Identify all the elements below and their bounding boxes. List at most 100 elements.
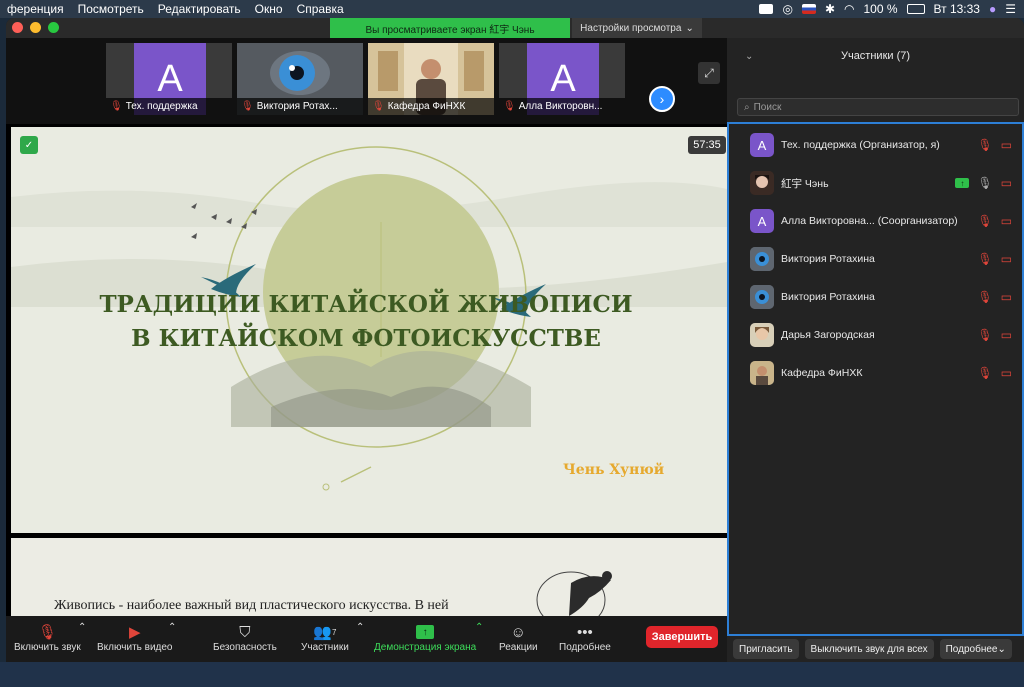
video-off-icon[interactable]: ▭ (1001, 176, 1012, 190)
smiley-icon: ☺ (510, 623, 526, 641)
menu-view[interactable]: Посмотреть (71, 2, 151, 16)
maximize-window-button[interactable] (48, 22, 59, 33)
encryption-shield-icon[interactable]: ✓ (20, 136, 38, 154)
participant-row[interactable]: Дарья Загородская 🎙 ▭ (729, 316, 1022, 354)
participants-label: Участники (301, 642, 349, 653)
window-titlebar: Вы просматриваете экран 紅宇 Чэнь Настройк… (6, 18, 1024, 38)
battery-icon[interactable] (906, 4, 925, 14)
macos-menubar: ференция Посмотреть Редактировать Окно С… (0, 0, 1024, 18)
bluetooth-icon[interactable]: ✱ (825, 2, 835, 16)
participant-row[interactable]: Виктория Ротахина 🎙 ▭ (729, 278, 1022, 316)
participants-button[interactable]: 👥 7 Участники (301, 622, 349, 653)
share-screen-button[interactable]: ↑ Демонстрация экрана (374, 622, 476, 653)
video-off-icon[interactable]: ▭ (1001, 252, 1012, 266)
participant-row[interactable]: A Тех. поддержка (Организатор, я) 🎙 ▭ (729, 126, 1022, 164)
slide-title-line2: В КИТАЙСКОМ ФОТОИСКУССТВЕ (131, 325, 601, 352)
video-off-icon[interactable]: ▭ (1001, 214, 1012, 228)
mic-icon[interactable]: 🎙 (977, 176, 992, 190)
muted-mic-icon: 🎙 (110, 101, 123, 112)
participant-name: Алла Викторовн... (518, 101, 603, 112)
participants-icon: 👥 7 (313, 624, 337, 641)
participant-row[interactable]: 紅宇 Чэнь ↑ 🎙 ▭ (729, 164, 1022, 202)
video-thumbnail[interactable]: A 🎙 Алла Викторовн... (499, 43, 625, 115)
video-thumbnail[interactable]: A 🎙 Тех. поддержка (106, 43, 232, 115)
video-thumbnail[interactable]: 🎙 Виктория Ротах... (237, 43, 363, 115)
participant-status-icons: 🎙 ▭ (977, 366, 1012, 380)
menu-help[interactable]: Справка (290, 2, 351, 16)
participants-panel-title: Участники (7) (840, 50, 911, 62)
muted-mic-icon[interactable]: 🎙 (977, 366, 992, 380)
menu-window[interactable]: Окно (248, 2, 290, 16)
participant-name: Виктория Ротахина (781, 291, 875, 303)
close-window-button[interactable] (12, 22, 23, 33)
minimize-window-button[interactable] (30, 22, 41, 33)
end-meeting-button[interactable]: Завершить (646, 626, 718, 648)
expand-icon[interactable]: ⤢ (698, 62, 720, 84)
chevron-down-icon: ⌄ (685, 22, 694, 34)
muted-mic-icon[interactable]: 🎙 (977, 138, 992, 152)
avatar (750, 361, 774, 385)
avatar-photo (750, 171, 774, 195)
view-options-label: Настройки просмотра (580, 22, 682, 34)
collapse-chevron-icon[interactable]: ⌄ (745, 51, 753, 62)
audio-options-chevron-icon[interactable]: ⌃ (78, 622, 86, 633)
participants-options-chevron-icon[interactable]: ⌃ (356, 622, 364, 633)
security-button[interactable]: ⛉ Безопасность (213, 622, 277, 654)
more-label: Подробнее (559, 642, 611, 653)
participant-status-icons: ↑ 🎙 ▭ (955, 176, 1012, 190)
input-language-flag-icon[interactable] (801, 4, 816, 14)
participant-search-input[interactable]: ⌕ Поиск (737, 98, 1019, 116)
share-options-chevron-icon[interactable]: ⌃ (475, 622, 483, 633)
participant-name: Виктория Ротах... (256, 101, 338, 112)
participant-name: Кафедра ФиНХК (781, 367, 863, 379)
video-off-icon[interactable]: ▭ (1001, 290, 1012, 304)
menubar-clock[interactable]: Вт 13:33 (934, 2, 980, 16)
muted-mic-icon[interactable]: 🎙 (977, 214, 992, 228)
share-screen-icon: ↑ (416, 622, 435, 642)
unmute-label: Включить звук (14, 642, 81, 653)
unmute-button[interactable]: 🎙 Включить звук (14, 622, 81, 653)
participant-status-icons: 🎙 ▭ (977, 214, 1012, 228)
wifi-icon[interactable]: ◠ (844, 2, 854, 16)
avatar (750, 323, 774, 347)
muted-mic-icon[interactable]: 🎙 (977, 252, 992, 266)
meeting-toolbar: 🎙 Включить звук ⌃ ▶ Включить видео ⌃ ⛉ Б… (6, 616, 727, 662)
control-center-icon[interactable]: ☰ (1005, 2, 1016, 16)
menu-conference[interactable]: ференция (0, 2, 71, 16)
start-video-button[interactable]: ▶ Включить видео (97, 622, 173, 653)
avatar (750, 285, 774, 309)
menubar-status-area: ◎ ✱ ◠ 100 % Вт 13:33 ● ☰ (759, 2, 1024, 16)
participant-row[interactable]: A Алла Викторовна... (Соорганизатор) 🎙 ▭ (729, 202, 1022, 240)
creative-cloud-icon[interactable]: ◎ (782, 2, 792, 16)
slide-author: Чень Хунюй (563, 462, 665, 478)
menu-edit[interactable]: Редактировать (151, 2, 248, 16)
muted-mic-icon[interactable]: 🎙 (977, 328, 992, 342)
reactions-label: Реакции (499, 642, 538, 653)
participant-row[interactable]: Виктория Ротахина 🎙 ▭ (729, 240, 1022, 278)
view-options-button[interactable]: Настройки просмотра ⌄ (572, 18, 702, 38)
chevron-right-icon: › (659, 91, 665, 107)
video-off-icon[interactable]: ▭ (1001, 138, 1012, 152)
video-off-icon[interactable]: ▭ (1001, 328, 1012, 342)
participant-row[interactable]: Кафедра ФиНХК 🎙 ▭ (729, 354, 1022, 392)
avatar-photo (750, 247, 774, 271)
invite-button[interactable]: Пригласить (733, 639, 799, 659)
video-options-chevron-icon[interactable]: ⌃ (168, 622, 176, 633)
mute-all-button[interactable]: Выключить звук для всех (804, 639, 934, 659)
video-thumbnail[interactable]: 🎙 Кафедра ФиНХК (368, 43, 494, 115)
panel-more-button[interactable]: Подробнее ⌄ (939, 639, 1012, 659)
video-off-icon[interactable]: ▭ (1001, 366, 1012, 380)
reactions-button[interactable]: ☺ Реакции (499, 622, 538, 654)
muted-mic-icon: 🎙 (372, 101, 385, 112)
participant-name: Алла Викторовна... (Соорганизатор) (781, 215, 958, 227)
video-off-icon: ▶ (128, 624, 141, 641)
siri-icon[interactable]: ● (989, 2, 996, 16)
thumbnail-caption: 🎙 Виктория Ротах... (237, 98, 363, 115)
muted-mic-icon[interactable]: 🎙 (977, 290, 992, 304)
chevron-down-icon: ⌄ (997, 643, 1006, 655)
next-page-button[interactable]: › (649, 86, 675, 112)
slide-title-line1: ТРАДИЦИИ КИТАЙСКОЙ ЖИВОПИСИ (99, 291, 633, 318)
zoom-status-icon[interactable] (759, 4, 774, 14)
more-button[interactable]: ••• Подробнее (559, 622, 611, 654)
participant-name: Виктория Ротахина (781, 253, 875, 265)
